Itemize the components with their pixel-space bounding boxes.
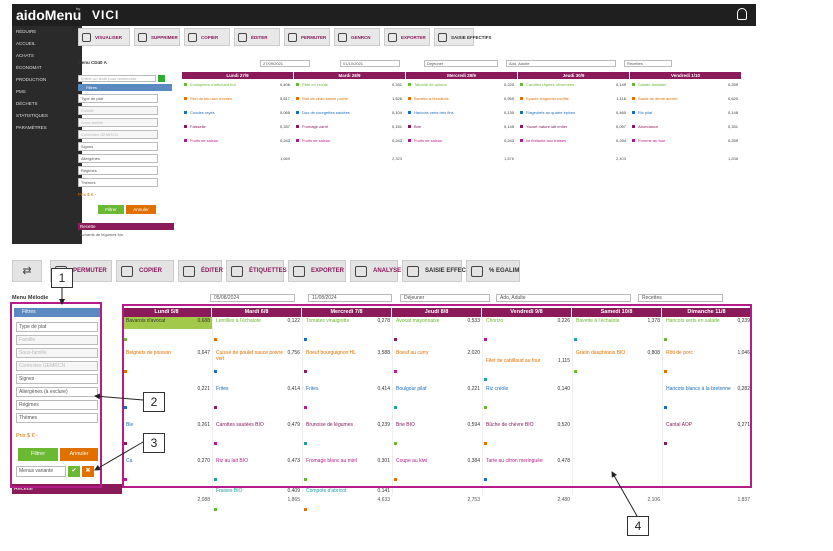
- callout-arrows: [59, 288, 638, 517]
